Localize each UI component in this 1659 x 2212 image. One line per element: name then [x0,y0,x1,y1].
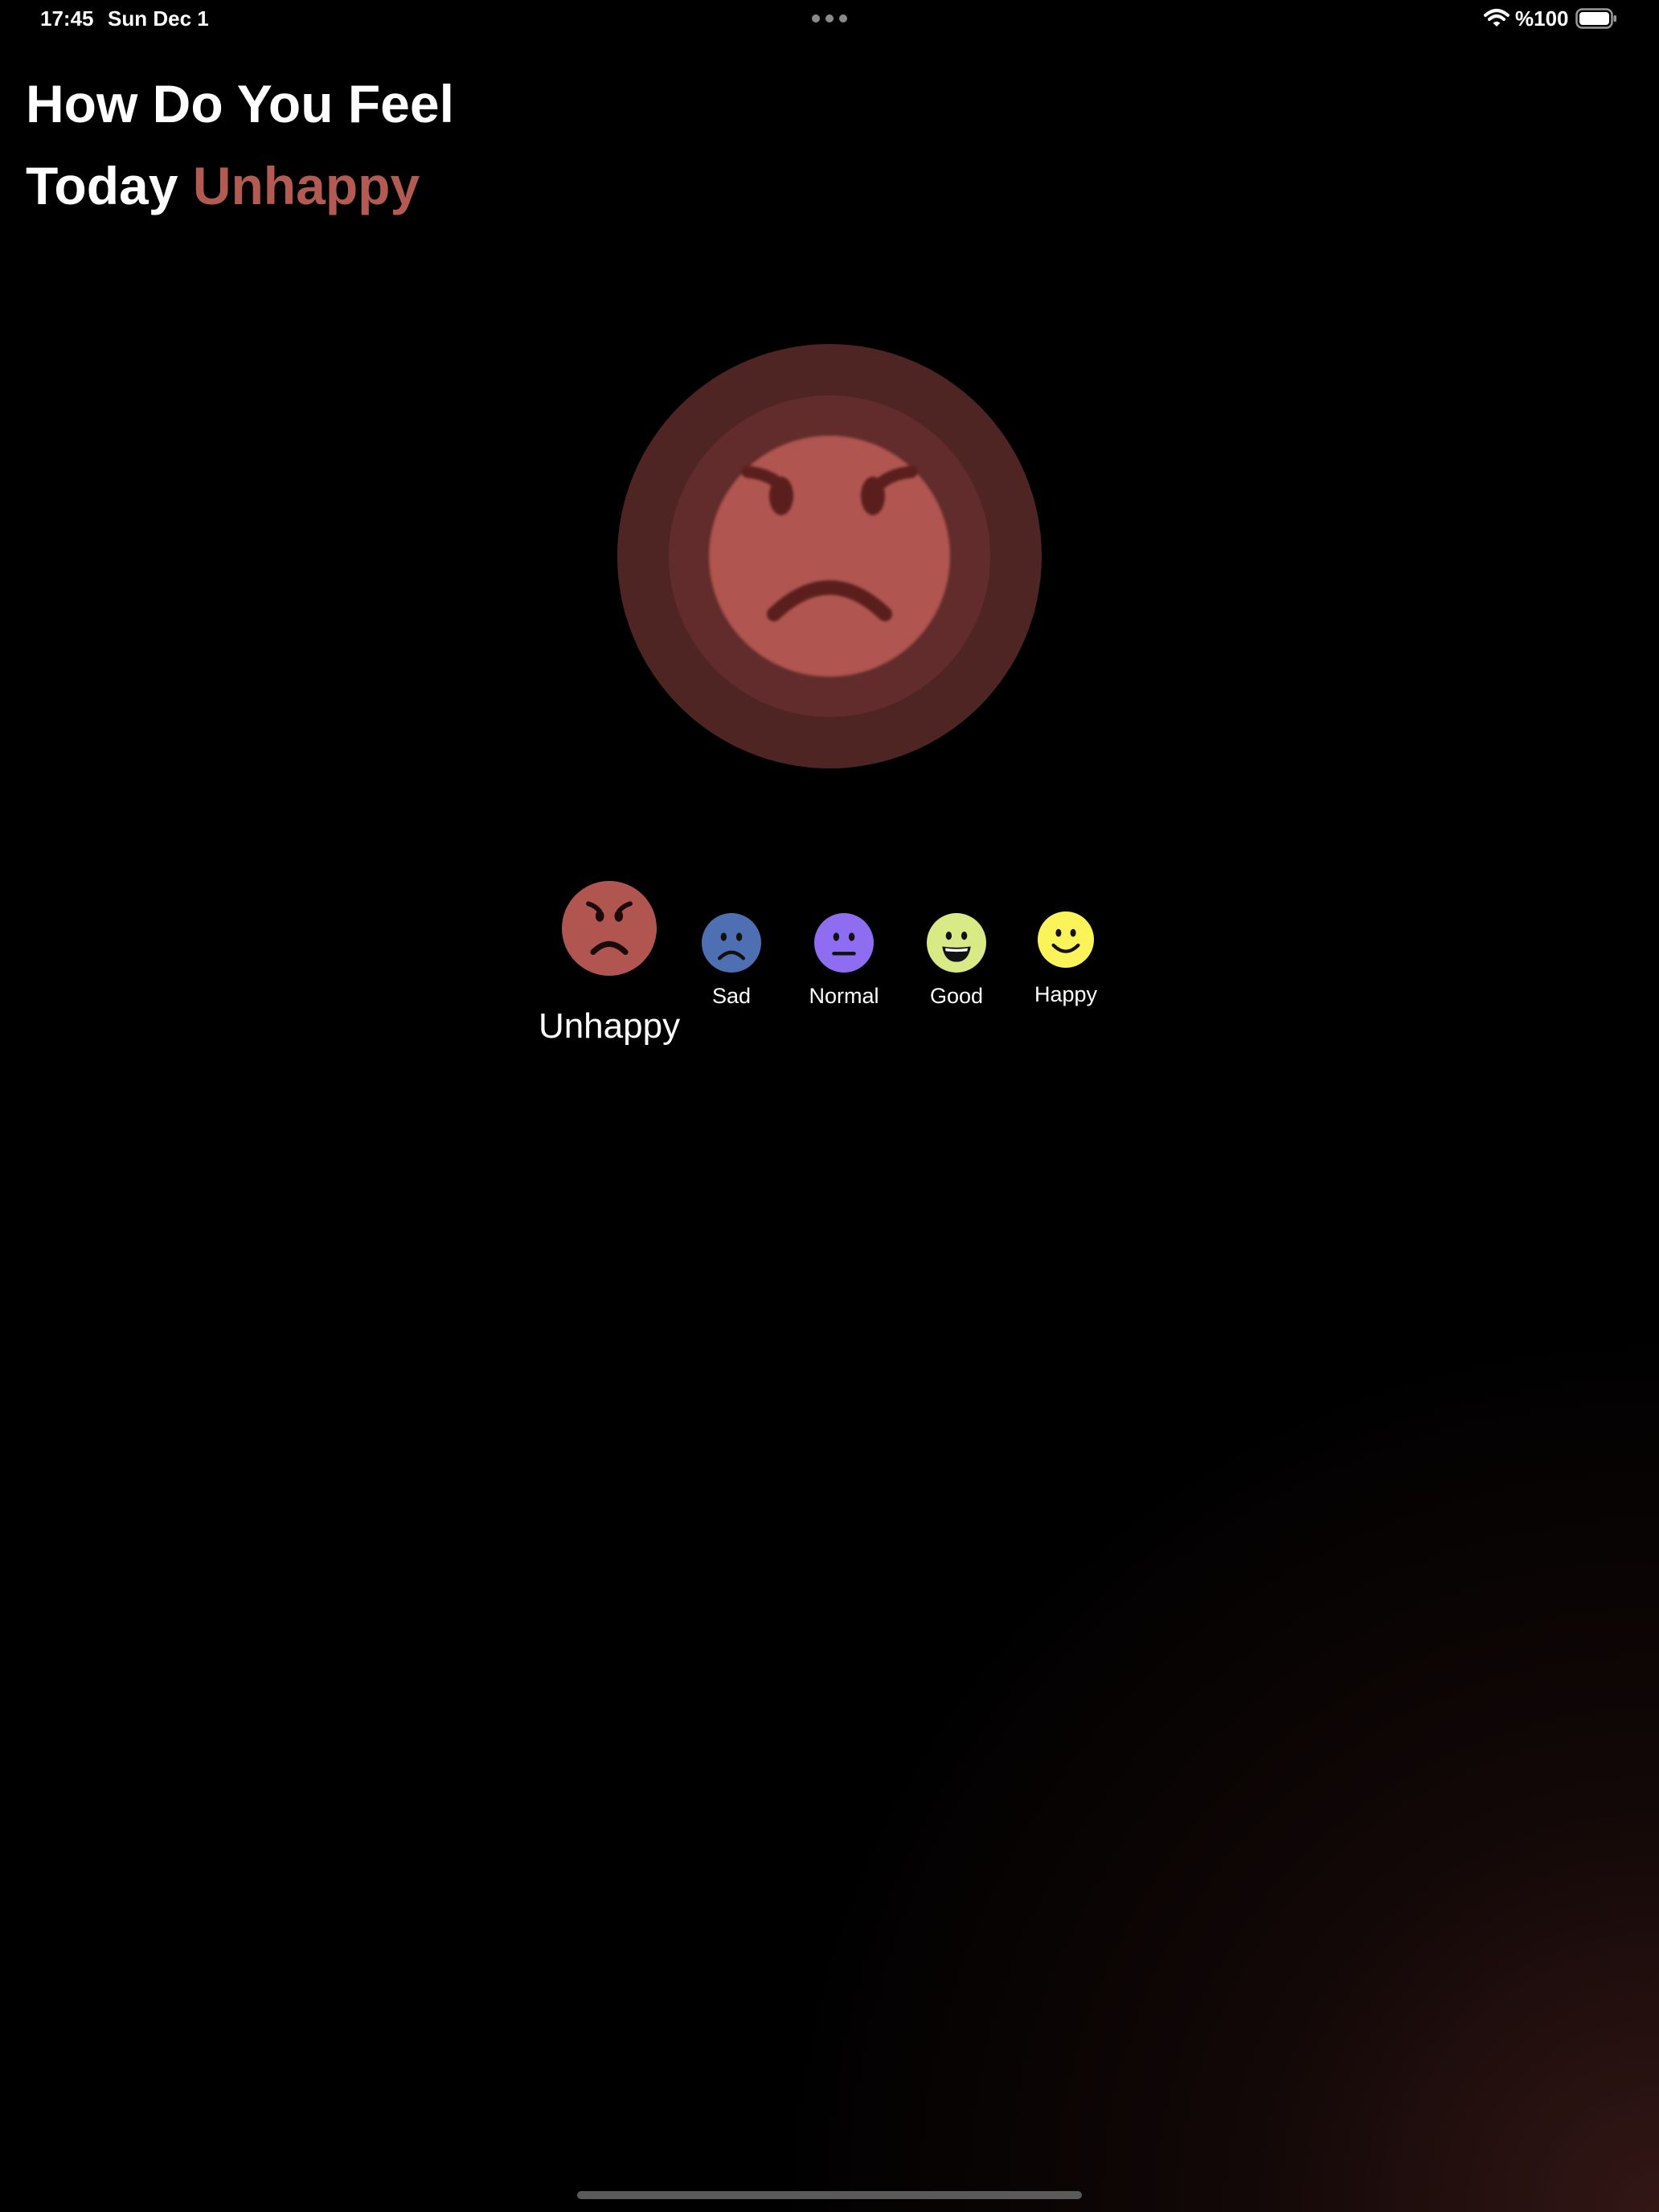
mood-option-normal[interactable]: Normal [796,913,892,1009]
grinning-face-icon[interactable] [927,913,986,973]
status-date: Sun Dec 1 [108,6,209,31]
mood-option-happy[interactable]: Happy [1018,911,1114,1007]
smiling-face-icon[interactable] [1038,911,1094,968]
title-line-2-prefix: Today [26,156,178,215]
mood-option-unhappy[interactable]: Unhappy [539,881,680,1047]
wifi-icon [1484,9,1509,27]
home-indicator[interactable] [577,2191,1082,2199]
mood-label-good: Good [929,984,984,1008]
title-line-1: How Do You Feel [26,74,454,133]
mood-label-unhappy: Unhappy [538,1006,681,1046]
background-glow [0,0,1659,2212]
neutral-face-icon[interactable] [814,913,874,973]
multitask-dots-icon[interactable] [812,14,847,23]
mood-option-sad[interactable]: Sad [683,913,780,1009]
status-bar: 17:45 Sun Dec 1 %100 [0,0,1659,39]
battery-icon [1575,8,1616,29]
angry-face-icon[interactable] [562,881,657,976]
battery-percentage: %100 [1515,6,1569,31]
status-time: 17:45 [40,6,94,31]
page-title: How Do You Feel Today Unhappy [26,63,454,227]
sad-face-icon[interactable] [702,913,761,973]
current-mood-angry-face-icon [709,436,950,677]
mood-option-good[interactable]: Good [908,913,1005,1009]
title-mood: Unhappy [192,156,420,215]
mood-label-happy: Happy [1034,982,1098,1006]
mood-label-normal: Normal [809,984,879,1008]
mood-label-sad: Sad [711,984,752,1008]
